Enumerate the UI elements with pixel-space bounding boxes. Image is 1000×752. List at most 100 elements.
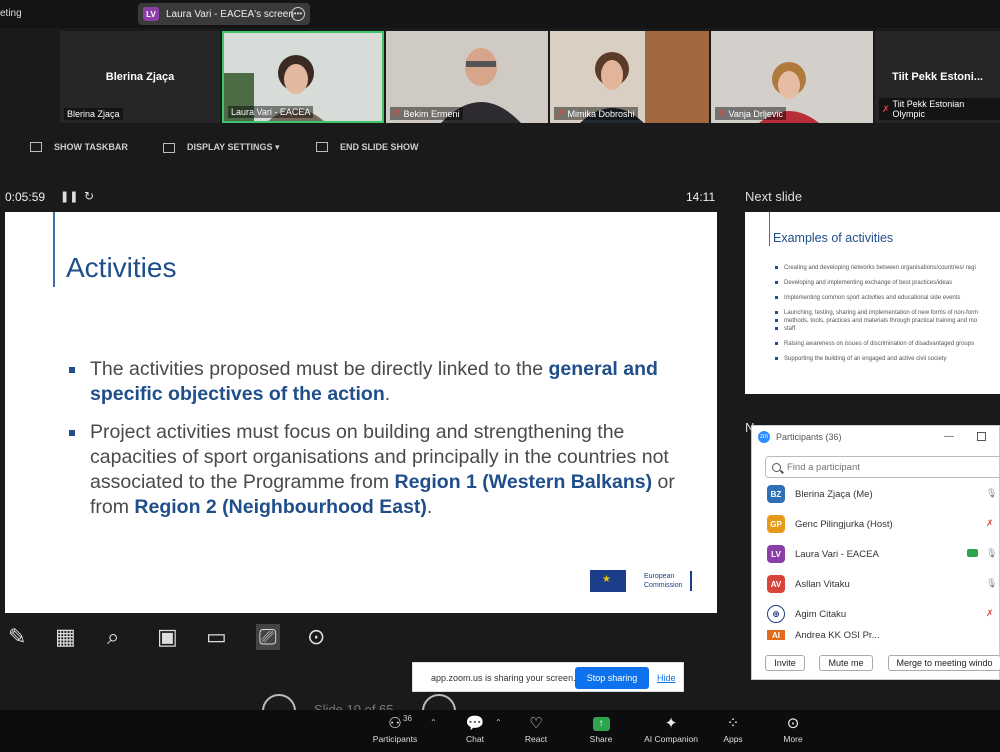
logo-line: Commission [644,582,683,589]
participant-row[interactable]: AV Asllan Vitaku 🎙 [767,573,1000,595]
bullet-highlight: Region 2 (Neighbourhood East) [134,496,427,518]
mic-icon[interactable]: 🎙 [986,548,997,559]
bullet-text: . [426,496,433,518]
participant-row[interactable]: AI Andrea KK OSI Pr... [767,630,1000,640]
tile-label: Laura Vari - EACEA [228,106,314,118]
slide-bullets: The activities proposed must be directly… [67,357,677,533]
participant-name: Asllan Vitaku [795,578,850,590]
screen-share-indicator[interactable]: LV Laura Vari - EACEA's screen ••• [138,3,310,25]
share-button[interactable]: ↑ Share [571,714,631,744]
participant-row[interactable]: ⊕ Agim Citaku ✗ [767,603,1000,625]
participant-search[interactable] [765,456,1000,478]
tile-center-name: Blerina Zjaça [105,71,175,83]
video-tile[interactable]: Blerina Zjaça Blerina Zjaça [60,31,220,123]
app-title: eting [0,8,22,19]
ai-companion-label: AI Companion [644,734,698,744]
apps-button[interactable]: ⁘ Apps [703,714,763,744]
more-options-icon[interactable]: ⊙ [307,624,325,650]
participant-row[interactable]: BZ Blerina Zjaça (Me) 🎙 [767,483,1000,505]
video-tile[interactable]: ✗ Vanja Drljevic [711,31,873,123]
minimize-icon[interactable]: — [944,431,954,442]
display-settings-label: DISPLAY SETTINGS ▾ [187,142,280,152]
next-slide-title: Examples of activities [773,231,894,245]
hide-link[interactable]: Hide [657,673,676,683]
title-bar: eting LV Laura Vari - EACEA's screen ••• [0,0,1000,28]
participant-name: Genc Pilingjurka (Host) [795,518,893,530]
next-slide-preview[interactable]: Examples of activities Creating and deve… [745,212,1000,394]
mic-icon[interactable]: 🎙 [986,488,997,499]
participants-panel: zm Participants (36) — BZ Blerina Zjaça … [751,425,1000,680]
maximize-icon[interactable] [977,432,986,441]
show-taskbar-label: SHOW TASKBAR [54,142,128,152]
slide-title: Activities [66,252,177,283]
video-on-icon[interactable] [967,549,978,557]
search-input[interactable] [787,461,987,473]
pen-icon[interactable]: ✎ [8,624,26,650]
camera-icon[interactable]: ⎚ [256,624,280,650]
tile-name: Vanja Drljevic [728,108,783,119]
video-tile[interactable]: ✗ Mimika Dobroshi [550,31,709,123]
share-screen-icon: ↑ [592,717,610,731]
all-slides-icon[interactable]: ▦ [55,624,76,650]
next-slide-rule [769,212,770,246]
chat-label: Chat [466,734,484,744]
mic-off-icon[interactable]: ✗ [986,608,994,619]
mic-off-icon: ✗ [882,103,890,114]
chevron-up-icon[interactable]: ⌃ [430,718,437,727]
pause-icon[interactable]: ❚❚ [60,190,78,203]
participants-count: 36 [403,714,412,723]
next-slide-item: Implementing common sport activities and… [773,294,1000,302]
video-tile[interactable]: ✗ Bekim Ermeni [386,31,548,123]
restart-timer-icon[interactable]: ↻ [84,189,94,203]
eu-flag-icon [590,570,626,592]
next-slide-item: Raising awareness on issues of discrimin… [773,340,1000,348]
presenter-badge: LV [143,7,159,21]
react-button[interactable]: ♡ React [506,714,566,744]
tile-label: Blerina Zjaça [64,108,123,120]
next-slide-item: Supporting the building of an engaged an… [773,355,1000,363]
mic-off-icon[interactable]: ✗ [986,518,994,529]
participants-title: Participants (36) [776,432,842,442]
slideshow-toolbar: SHOW TASKBAR DISPLAY SETTINGS ▾ END SLID… [0,136,1000,162]
participant-row[interactable]: LV Laura Vari - EACEA 🎙 [767,543,1000,565]
more-icon: ⊙ [786,715,800,732]
ai-companion-button[interactable]: ✦ AI Companion [641,714,701,744]
more-button[interactable]: ⊙ More [763,714,823,744]
tile-center-name: Tiit Pekk Estoni... [892,71,983,83]
video-strip: Blerina Zjaça Blerina Zjaça Laura Vari -… [0,28,1000,126]
participant-row[interactable]: GP Genc Pilingjurka (Host) ✗ [767,513,1000,535]
video-tile-active-speaker[interactable]: Laura Vari - EACEA [222,31,384,123]
slide-bullet: Project activities must focus on buildin… [67,420,677,520]
display-settings-button[interactable]: DISPLAY SETTINGS ▾ [163,142,280,153]
video-tile[interactable]: Tiit Pekk Estoni... ✗ Tiit Pekk Estonian … [875,31,1000,123]
next-slide-item-cont: staff [773,325,1000,333]
show-taskbar-button[interactable]: SHOW TASKBAR [30,142,128,152]
mute-me-button[interactable]: Mute me [819,655,873,671]
next-slide-item: Launching, testing, sharing and implemen… [773,309,1000,317]
end-slide-show-label: END SLIDE SHOW [340,142,419,152]
stop-sharing-button[interactable]: Stop sharing [575,667,649,689]
next-slide-label: Next slide [745,189,803,204]
merge-to-meeting-button[interactable]: Merge to meeting windo [888,655,1000,671]
zoom-icon[interactable]: ⌕ [107,624,119,650]
tile-name: Tiit Pekk Estonian Olympic [892,99,965,119]
subtitles-icon[interactable]: ▭ [206,624,227,650]
mic-icon[interactable]: 🎙 [986,578,997,589]
participant-name: Andrea KK OSI Pr... [795,630,880,640]
sharing-notice: app.zoom.us is sharing your screen. Stop… [412,662,684,692]
react-label: React [524,734,548,744]
zoom-logo-icon: zm [758,431,770,443]
more-label: More [783,734,803,744]
presenter-tools: ✎ ▦ ⌕ ▣ ▭ ⎚ ⊙ [0,620,360,656]
logo-line: European [644,573,675,580]
apps-icon: ⁘ [726,715,740,732]
invite-button[interactable]: Invite [765,655,805,671]
chevron-up-icon[interactable]: ⌃ [495,718,502,727]
logo-text: European Commission [644,572,683,590]
end-show-icon [316,142,328,152]
end-slide-show-button[interactable]: END SLIDE SHOW [316,142,419,152]
current-slide[interactable]: Activities The activities proposed must … [5,212,717,613]
laser-pointer-icon[interactable]: ▣ [157,624,178,650]
participants-button[interactable]: ⚇ 36 Participants [365,714,425,744]
more-options-icon[interactable]: ••• [291,7,305,21]
